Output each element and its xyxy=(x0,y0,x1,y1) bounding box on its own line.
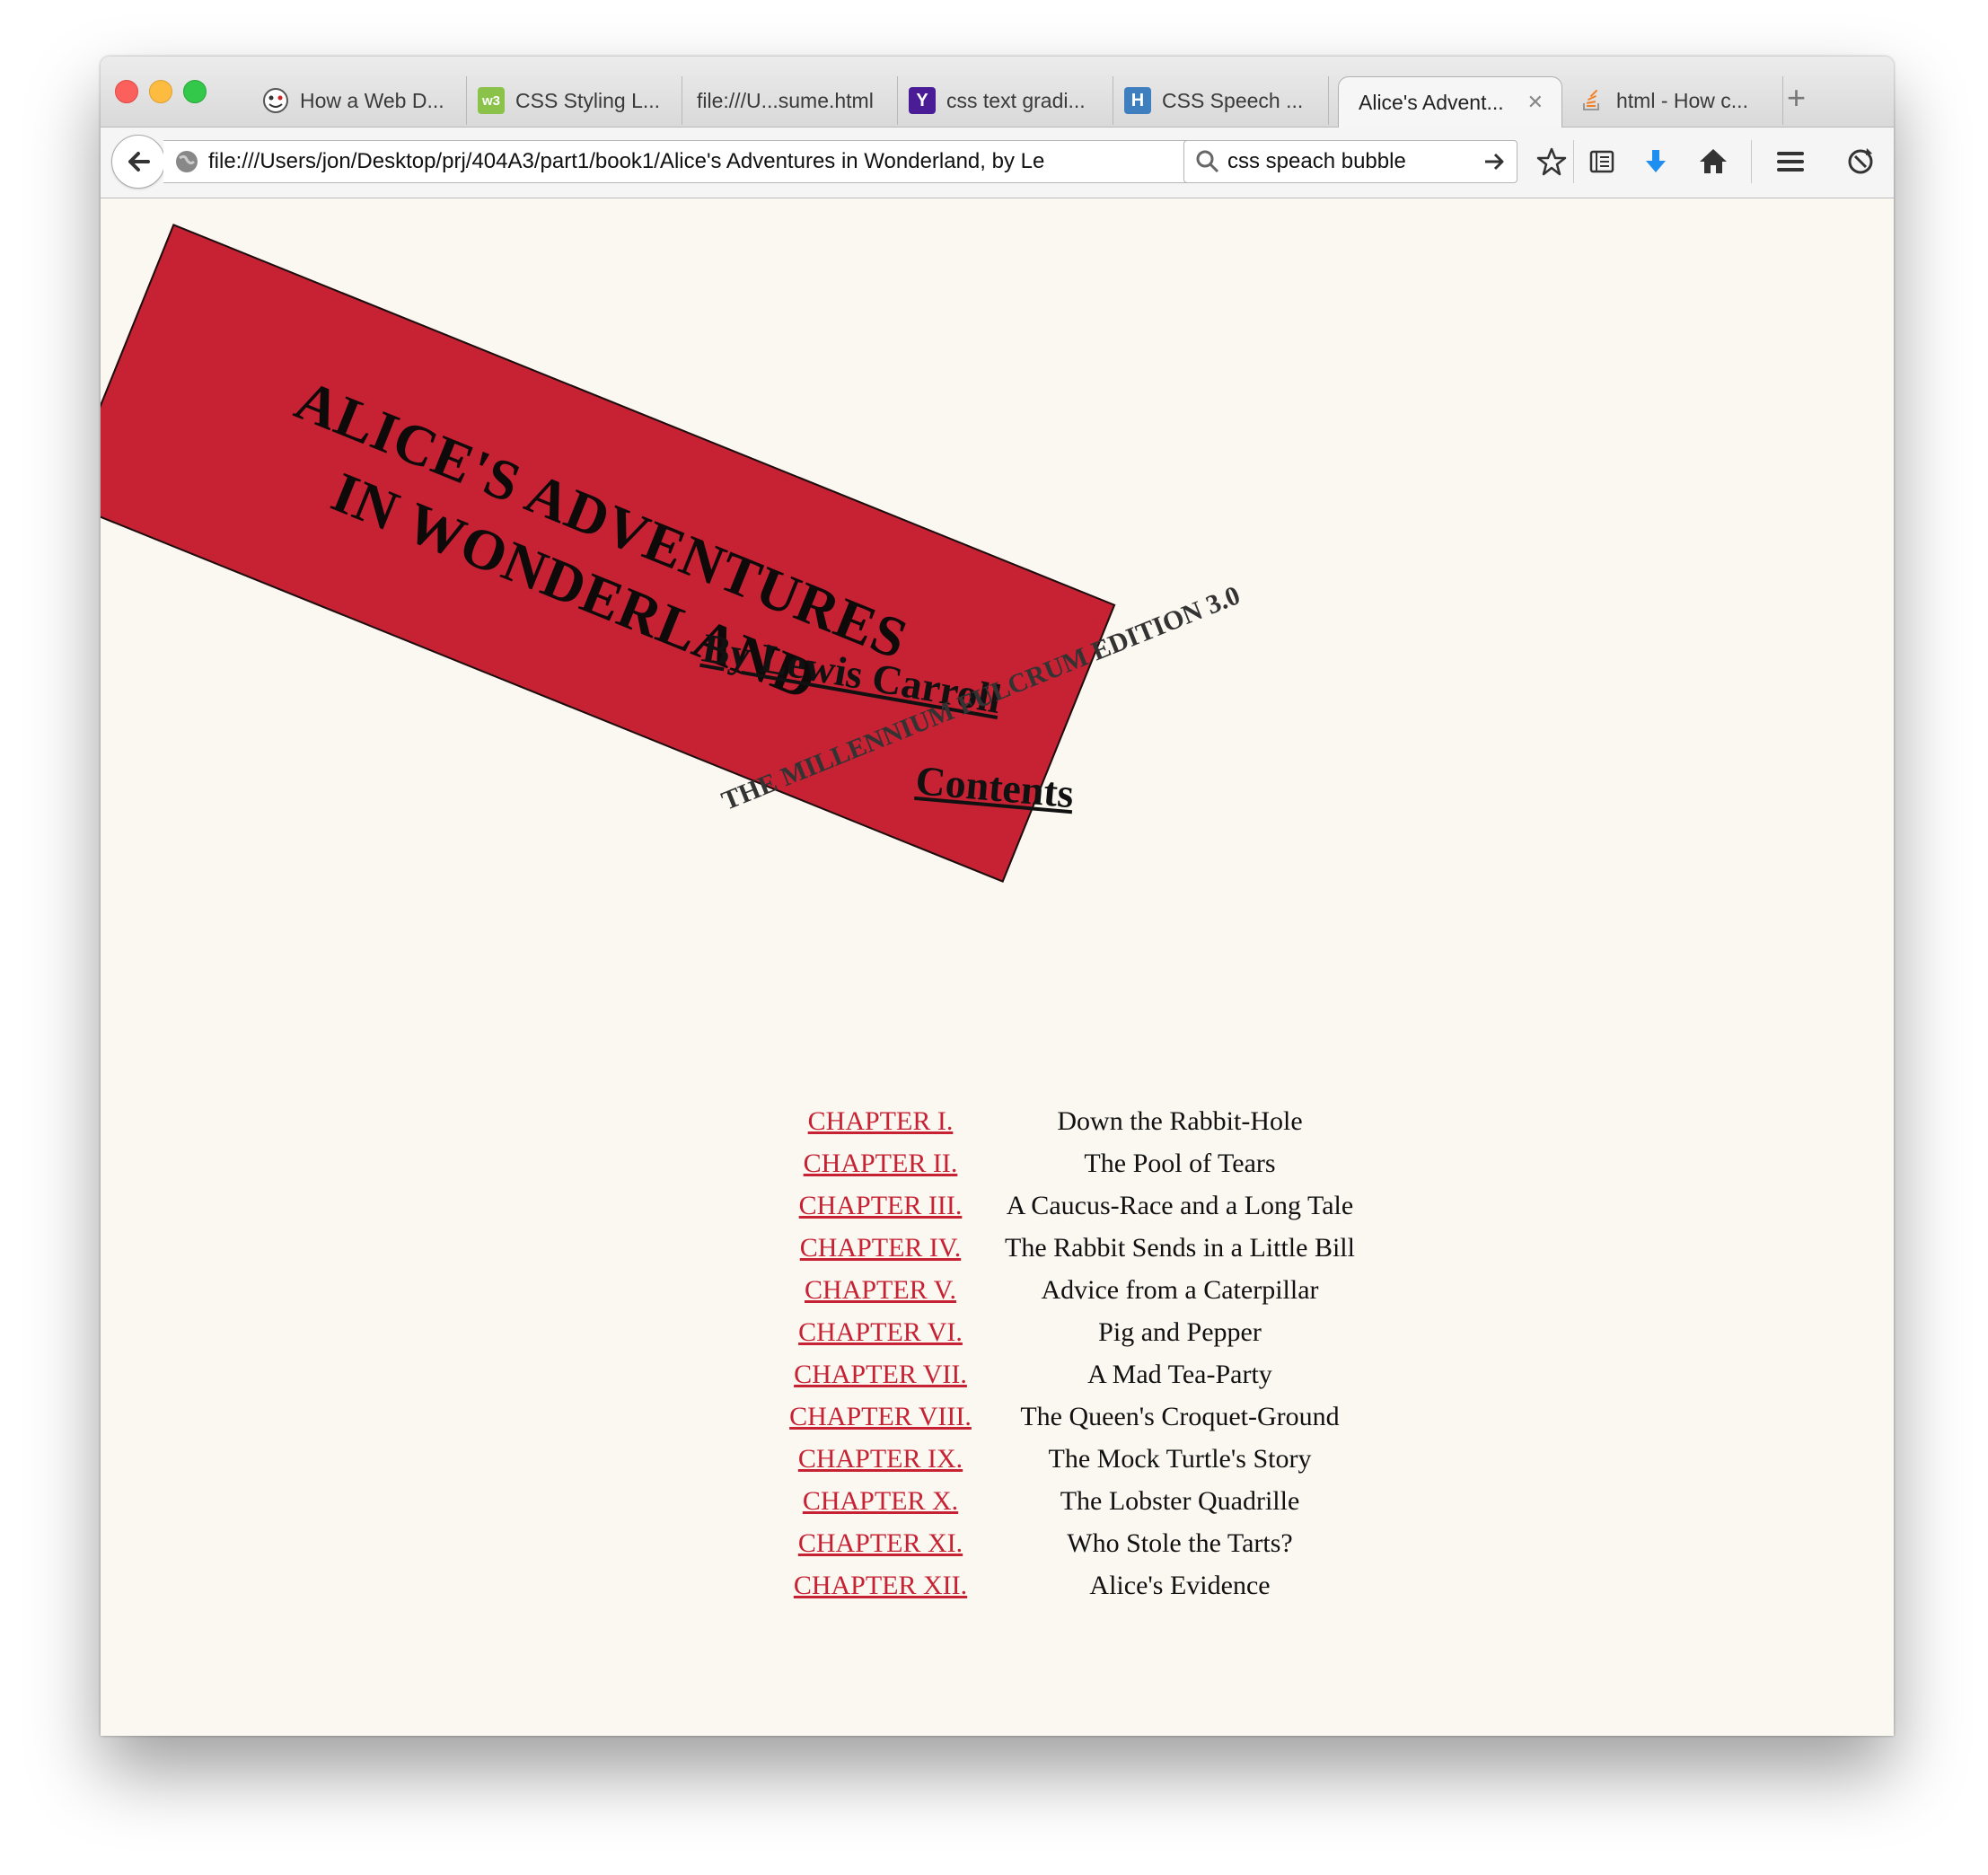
table-row: CHAPTER XII. Alice's Evidence xyxy=(778,1564,1377,1607)
chapter-title: The Mock Turtle's Story xyxy=(1048,1443,1312,1474)
zoom-window-button[interactable] xyxy=(183,80,207,103)
tab-label: html - How c... xyxy=(1616,88,1748,112)
tab-label: css text gradi... xyxy=(946,88,1086,112)
chapter-link[interactable]: CHAPTER III. xyxy=(799,1191,963,1220)
table-row: CHAPTER VIII. The Queen's Croquet-Ground xyxy=(778,1395,1377,1438)
tab-label: CSS Styling L... xyxy=(515,88,661,112)
table-row: CHAPTER III. A Caucus-Race and a Long Tal… xyxy=(778,1184,1377,1227)
navigation-toolbar: file:///Users/jon/Desktop/prj/404A3/part… xyxy=(101,128,1894,198)
chapter-link[interactable]: CHAPTER II. xyxy=(804,1149,958,1178)
chapter-title: The Rabbit Sends in a Little Bill xyxy=(1005,1232,1355,1263)
tab-label: CSS Speech ... xyxy=(1162,88,1304,112)
chapter-link[interactable]: CHAPTER X. xyxy=(803,1486,958,1516)
search-input[interactable] xyxy=(1227,149,1461,174)
table-row: CHAPTER IX. The Mock Turtle's Story xyxy=(778,1438,1377,1480)
ghost-face-icon xyxy=(262,87,289,114)
back-arrow-icon xyxy=(128,152,150,172)
table-row: CHAPTER VI. Pig and Pepper xyxy=(778,1311,1377,1353)
menu-icon[interactable] xyxy=(1772,144,1808,180)
stackoverflow-icon xyxy=(1579,87,1605,114)
chapter-link[interactable]: CHAPTER IX. xyxy=(798,1444,963,1474)
tab-label: How a Web D... xyxy=(300,88,444,112)
browser-window: How a Web D... w3 CSS Styling L... file:… xyxy=(101,57,1894,1736)
chapter-title: Alice's Evidence xyxy=(1089,1570,1271,1600)
tab-strip: How a Web D... w3 CSS Styling L... file:… xyxy=(101,57,1894,128)
address-bar[interactable]: file:///Users/jon/Desktop/prj/404A3/part… xyxy=(163,140,1266,183)
search-bar[interactable] xyxy=(1183,140,1517,183)
page-content: ALICE'S ADVENTURES IN WONDERLAND By Lewi… xyxy=(101,198,1894,1736)
minimize-window-button[interactable] xyxy=(149,80,172,103)
chapter-title: Down the Rabbit-Hole xyxy=(1057,1105,1303,1136)
tab-css-styling[interactable]: w3 CSS Styling L... xyxy=(467,76,682,125)
sync-icon[interactable] xyxy=(1843,144,1878,180)
reading-list-icon[interactable] xyxy=(1584,144,1620,180)
url-text[interactable]: file:///Users/jon/Desktop/prj/404A3/part… xyxy=(208,149,1198,174)
table-of-contents: CHAPTER I. Down the Rabbit-Hole CHAPTER I… xyxy=(778,1100,1377,1607)
chapter-link[interactable]: CHAPTER V. xyxy=(805,1275,956,1305)
back-button[interactable] xyxy=(111,135,165,189)
chapter-title: The Queen's Croquet-Ground xyxy=(1020,1401,1340,1431)
chapter-title: A Caucus-Race and a Long Tale xyxy=(1006,1190,1354,1220)
chapter-title: Pig and Pepper xyxy=(1098,1316,1262,1347)
download-icon[interactable] xyxy=(1638,144,1674,180)
tab-how-a-web-d[interactable]: How a Web D... xyxy=(251,76,467,125)
globe-icon xyxy=(174,149,199,174)
chapter-title: A Mad Tea-Party xyxy=(1087,1359,1272,1389)
chapter-title: The Pool of Tears xyxy=(1084,1148,1276,1178)
tab-css-speech[interactable]: H CSS Speech ... xyxy=(1113,76,1329,125)
new-tab-icon[interactable]: + xyxy=(1787,80,1806,116)
h-icon: H xyxy=(1124,87,1151,114)
chapter-link[interactable]: CHAPTER VIII. xyxy=(789,1402,972,1431)
chapter-title: Advice from a Caterpillar xyxy=(1041,1274,1319,1305)
chapter-title: Who Stole the Tarts? xyxy=(1067,1527,1293,1558)
home-icon[interactable] xyxy=(1695,144,1731,180)
table-row: CHAPTER IV. The Rabbit Sends in a Little … xyxy=(778,1227,1377,1269)
chapter-link[interactable]: CHAPTER XII. xyxy=(794,1571,967,1600)
chapter-link[interactable]: CHAPTER VII. xyxy=(794,1360,967,1389)
table-row: CHAPTER VII. A Mad Tea-Party xyxy=(778,1353,1377,1395)
bookmark-star-icon[interactable] xyxy=(1534,144,1570,180)
tab-resume-file[interactable]: file:///U...sume.html xyxy=(682,76,898,125)
table-row: CHAPTER XI. Who Stole the Tarts? xyxy=(778,1522,1377,1564)
tab-css-text-gradient[interactable]: Y css text gradi... xyxy=(898,76,1113,125)
table-row: CHAPTER V. Advice from a Caterpillar xyxy=(778,1269,1377,1311)
table-row: CHAPTER X. The Lobster Quadrille xyxy=(778,1480,1377,1522)
chapter-link[interactable]: CHAPTER I. xyxy=(808,1106,954,1136)
chapter-link[interactable]: CHAPTER XI. xyxy=(798,1528,963,1558)
table-row: CHAPTER I. Down the Rabbit-Hole xyxy=(778,1100,1377,1142)
chapter-link[interactable]: CHAPTER IV. xyxy=(800,1233,961,1263)
search-go-icon[interactable] xyxy=(1482,150,1506,173)
tab-html-how[interactable]: html - How c... xyxy=(1568,76,1783,125)
close-tab-icon[interactable]: ✕ xyxy=(1527,91,1544,114)
yahoo-icon: Y xyxy=(909,87,936,114)
chapter-title: The Lobster Quadrille xyxy=(1060,1485,1300,1516)
close-window-button[interactable] xyxy=(115,80,138,103)
tab-label: file:///U...sume.html xyxy=(697,88,874,112)
search-icon xyxy=(1195,149,1220,174)
chapter-link[interactable]: CHAPTER VI. xyxy=(798,1317,963,1347)
tab-label: Alice's Advent... xyxy=(1359,90,1504,114)
tab-alices-adventures[interactable]: Alice's Advent... ✕ xyxy=(1338,76,1562,128)
table-row: CHAPTER II. The Pool of Tears xyxy=(778,1142,1377,1184)
w3-schools-icon: w3 xyxy=(478,87,505,114)
